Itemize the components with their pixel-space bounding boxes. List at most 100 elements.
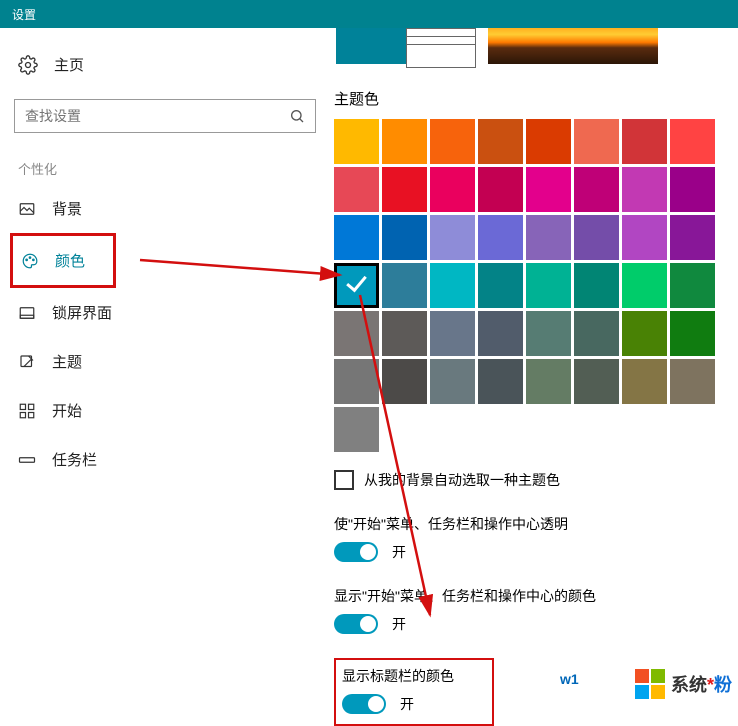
color-swatch[interactable]	[430, 311, 475, 356]
watermark: 系统*粉	[635, 669, 732, 699]
color-swatch[interactable]	[478, 263, 523, 308]
sidebar-item-label: 锁屏界面	[52, 302, 112, 323]
watermark-link: w1	[560, 671, 579, 687]
color-swatch[interactable]	[526, 167, 571, 212]
sidebar-item-label: 开始	[52, 400, 82, 421]
taskbar-icon	[18, 451, 36, 469]
show-color-toggle[interactable]	[334, 614, 378, 634]
option-label: 使"开始"菜单、任务栏和操作中心透明	[334, 514, 726, 534]
color-swatch[interactable]	[574, 119, 619, 164]
color-swatch[interactable]	[670, 263, 715, 308]
toggle-state: 开	[392, 542, 406, 562]
color-swatch[interactable]	[382, 263, 427, 308]
color-palette	[334, 119, 726, 404]
sidebar-item-background[interactable]: 背景	[10, 184, 320, 233]
titlebar-color-toggle[interactable]	[342, 694, 386, 714]
color-swatch[interactable]	[334, 263, 379, 308]
color-swatch[interactable]	[382, 359, 427, 404]
color-swatch[interactable]	[334, 407, 379, 452]
color-swatch[interactable]	[526, 311, 571, 356]
color-swatch[interactable]	[622, 263, 667, 308]
color-swatch[interactable]	[430, 359, 475, 404]
color-swatch[interactable]	[430, 167, 475, 212]
start-icon	[18, 402, 36, 420]
color-swatch[interactable]	[574, 167, 619, 212]
color-swatch[interactable]	[526, 263, 571, 308]
auto-color-checkbox[interactable]	[334, 470, 354, 490]
color-swatch[interactable]	[382, 119, 427, 164]
sidebar-item-label: 背景	[52, 198, 82, 219]
option-transparency: 使"开始"菜单、任务栏和操作中心透明 开	[334, 514, 726, 562]
color-swatch[interactable]	[574, 359, 619, 404]
color-swatch[interactable]	[430, 263, 475, 308]
color-swatch[interactable]	[478, 119, 523, 164]
window-title: 设置	[12, 6, 36, 23]
sidebar-item-label: 颜色	[55, 250, 85, 271]
color-swatch[interactable]	[622, 311, 667, 356]
color-swatch[interactable]	[478, 311, 523, 356]
color-swatch[interactable]	[478, 359, 523, 404]
accent-heading: 主题色	[334, 88, 726, 109]
color-swatch[interactable]	[526, 359, 571, 404]
option-label: 显示标题栏的颜色	[342, 666, 484, 686]
sidebar: 主页 个性化 背景 颜色 锁屏界面 主题 开始 任务	[0, 28, 330, 705]
lockscreen-icon	[18, 304, 36, 322]
auto-color-row: 从我的背景自动选取一种主题色	[334, 470, 726, 490]
search-icon	[289, 108, 305, 124]
search-input[interactable]	[25, 108, 289, 124]
ms-logo-icon	[635, 669, 665, 699]
color-swatch[interactable]	[622, 215, 667, 260]
color-swatch[interactable]	[670, 311, 715, 356]
color-swatch[interactable]	[670, 359, 715, 404]
theme-icon	[18, 353, 36, 371]
color-swatch[interactable]	[670, 215, 715, 260]
main-layout: 主页 个性化 背景 颜色 锁屏界面 主题 开始 任务	[0, 28, 738, 705]
palette-extra-row	[334, 407, 726, 452]
toggle-state: 开	[392, 614, 406, 634]
picture-icon	[18, 200, 36, 218]
titlebar: 设置	[0, 0, 738, 28]
color-swatch[interactable]	[526, 215, 571, 260]
color-swatch[interactable]	[574, 311, 619, 356]
color-swatch[interactable]	[478, 215, 523, 260]
home-label: 主页	[54, 54, 84, 75]
home-link[interactable]: 主页	[10, 48, 320, 81]
watermark-text: 系统*粉	[671, 671, 732, 697]
color-swatch[interactable]	[622, 359, 667, 404]
sidebar-item-lockscreen[interactable]: 锁屏界面	[10, 288, 320, 337]
sidebar-item-start[interactable]: 开始	[10, 386, 320, 435]
gear-icon	[18, 55, 38, 75]
transparency-toggle[interactable]	[334, 542, 378, 562]
color-swatch[interactable]	[670, 167, 715, 212]
color-swatch[interactable]	[526, 119, 571, 164]
preview-accent-block	[336, 28, 406, 64]
color-swatch[interactable]	[574, 215, 619, 260]
color-swatch[interactable]	[574, 263, 619, 308]
color-swatch[interactable]	[430, 119, 475, 164]
preview-window	[406, 28, 476, 68]
color-swatch[interactable]	[382, 311, 427, 356]
search-box[interactable]	[14, 99, 316, 133]
color-swatch[interactable]	[334, 359, 379, 404]
color-swatch[interactable]	[334, 311, 379, 356]
color-swatch[interactable]	[382, 167, 427, 212]
palette-icon	[21, 252, 39, 270]
color-swatch[interactable]	[622, 119, 667, 164]
color-swatch[interactable]	[430, 215, 475, 260]
toggle-state: 开	[400, 694, 414, 714]
option-label: 显示"开始"菜单、任务栏和操作中心的颜色	[334, 586, 726, 606]
color-swatch[interactable]	[478, 167, 523, 212]
color-swatch[interactable]	[334, 119, 379, 164]
content-pane: 主题色 从我的背景自动选取一种主题色 使"开始"菜单、任务栏和操作中心透明 开 …	[330, 28, 738, 705]
color-swatch[interactable]	[334, 167, 379, 212]
color-swatch[interactable]	[334, 215, 379, 260]
sidebar-item-label: 任务栏	[52, 449, 97, 470]
color-swatch[interactable]	[670, 119, 715, 164]
sidebar-item-themes[interactable]: 主题	[10, 337, 320, 386]
auto-color-label: 从我的背景自动选取一种主题色	[364, 470, 560, 490]
color-preview	[334, 28, 726, 78]
sidebar-item-taskbar[interactable]: 任务栏	[10, 435, 320, 484]
sidebar-item-colors[interactable]: 颜色	[10, 233, 116, 288]
color-swatch[interactable]	[382, 215, 427, 260]
color-swatch[interactable]	[622, 167, 667, 212]
